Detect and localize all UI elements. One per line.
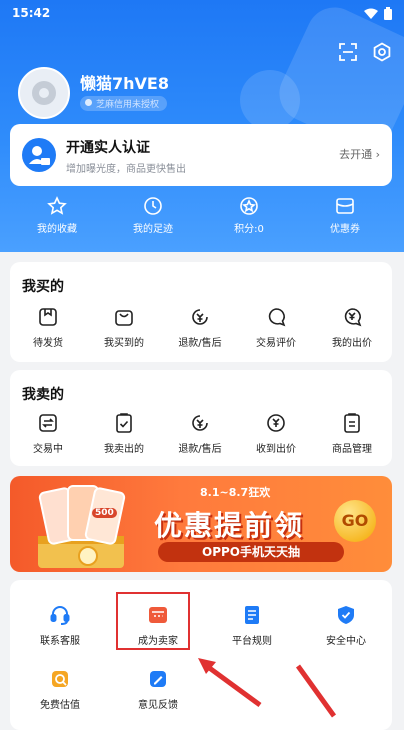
star-icon bbox=[47, 196, 67, 215]
quick-item-coupons[interactable]: 优惠券 bbox=[305, 196, 385, 235]
quick-label: 优惠券 bbox=[330, 224, 360, 235]
quick-label: 我的收藏 bbox=[37, 224, 77, 235]
buy-item-label: 我的出价 bbox=[332, 338, 372, 349]
buy-item-refund[interactable]: 退款/售后 bbox=[162, 306, 238, 349]
quick-label: 我的足迹 bbox=[133, 224, 173, 235]
sell-section: 我卖的 交易中 我卖出的 退款/售后 收到出价 商品管理 bbox=[10, 370, 392, 466]
username[interactable]: 懒猫7hVE8 bbox=[80, 70, 169, 94]
user-verify-icon bbox=[22, 138, 56, 172]
sell-item-manage[interactable]: 商品管理 bbox=[314, 412, 390, 455]
annotation-arrow bbox=[198, 658, 262, 708]
chevron-right-icon: › bbox=[375, 148, 380, 161]
avatar[interactable] bbox=[18, 67, 70, 119]
scan-icon[interactable] bbox=[338, 42, 358, 62]
buy-section: 我买的 待发货 我买到的 退款/售后 交易评价 我的出价 bbox=[10, 262, 392, 362]
service-item-feedback[interactable]: 意见反馈 bbox=[118, 668, 198, 711]
status-time: 15:42 bbox=[12, 6, 51, 20]
quick-item-footprints[interactable]: 我的足迹 bbox=[113, 196, 193, 235]
profile-header: 15:42 懒猫7hVE8 芝麻信用未授权 开通实人认证 增加曝光度，商品更快售… bbox=[0, 0, 404, 252]
sell-item-received-bids[interactable]: 收到出价 bbox=[238, 412, 314, 455]
annotation-arrow bbox=[295, 664, 337, 718]
sold-icon bbox=[116, 413, 132, 433]
bag-icon bbox=[115, 310, 133, 326]
coin-icon bbox=[240, 197, 258, 215]
verify-subtitle: 增加曝光度，商品更快售出 bbox=[66, 164, 186, 175]
credit-badge[interactable]: 芝麻信用未授权 bbox=[80, 96, 168, 111]
verify-open-label: 去开通 bbox=[339, 148, 373, 161]
clock-icon bbox=[144, 197, 162, 215]
service-item-label: 安全中心 bbox=[326, 636, 366, 647]
banner-date: 8.1~8.7狂欢 bbox=[200, 486, 271, 499]
buy-item-my-bid[interactable]: 我的出价 bbox=[314, 306, 390, 349]
sell-item-trading[interactable]: 交易中 bbox=[10, 412, 86, 455]
headset-icon bbox=[50, 606, 70, 625]
document-icon bbox=[245, 606, 259, 624]
trade-icon bbox=[39, 414, 57, 432]
comment-icon bbox=[268, 308, 286, 327]
banner-title: 优惠提前领 bbox=[154, 509, 305, 542]
sell-item-sold[interactable]: 我卖出的 bbox=[86, 412, 162, 455]
sell-item-label: 退款/售后 bbox=[178, 444, 222, 455]
buy-item-pending-ship[interactable]: 待发货 bbox=[10, 306, 86, 349]
battery-icon bbox=[384, 7, 392, 20]
buy-section-title: 我买的 bbox=[22, 279, 64, 295]
quick-bar: 我的收藏 我的足迹 积分:0 优惠券 bbox=[0, 196, 404, 244]
settings-icon[interactable] bbox=[372, 42, 392, 62]
phone-badge: 500 bbox=[92, 508, 117, 518]
bid-icon bbox=[344, 308, 362, 327]
verify-open-button[interactable]: 去开通 › bbox=[339, 146, 380, 162]
manage-icon bbox=[344, 413, 360, 433]
sell-item-refund[interactable]: 退款/售后 bbox=[162, 412, 238, 455]
banner-subtitle: OPPO手机天天抽 bbox=[158, 542, 344, 562]
buy-item-label: 交易评价 bbox=[256, 338, 296, 349]
quick-item-points[interactable]: 积分:0 bbox=[209, 196, 289, 235]
promo-banner[interactable]: 500 8.1~8.7狂欢 优惠提前领 OPPO手机天天抽 GO bbox=[10, 476, 392, 572]
sell-section-title: 我卖的 bbox=[22, 387, 64, 403]
refund-icon bbox=[192, 309, 208, 325]
sell-item-label: 商品管理 bbox=[332, 444, 372, 455]
refund-icon bbox=[192, 415, 208, 431]
service-item-label: 意见反馈 bbox=[138, 700, 178, 711]
phone-gift-illustration: 500 bbox=[28, 484, 138, 570]
buy-item-label: 待发货 bbox=[33, 338, 63, 349]
service-item-label: 平台规则 bbox=[232, 636, 272, 647]
sell-item-label: 交易中 bbox=[33, 444, 63, 455]
service-item-label: 免费估值 bbox=[40, 700, 80, 711]
status-bar: 15:42 bbox=[12, 6, 392, 22]
sell-item-label: 收到出价 bbox=[256, 444, 296, 455]
buy-item-label: 我买到的 bbox=[104, 338, 144, 349]
service-item-contact[interactable]: 联系客服 bbox=[20, 604, 100, 647]
shield-icon bbox=[338, 606, 354, 624]
valuation-icon bbox=[52, 671, 68, 687]
buy-item-label: 退款/售后 bbox=[178, 338, 222, 349]
box-icon bbox=[39, 308, 57, 326]
received-bid-icon bbox=[267, 414, 285, 432]
coupon-icon bbox=[336, 198, 354, 214]
carousel-dots bbox=[356, 564, 382, 568]
quick-item-favorites[interactable]: 我的收藏 bbox=[17, 196, 97, 235]
banner-go-button[interactable]: GO bbox=[334, 500, 376, 542]
decor-shape bbox=[240, 70, 300, 130]
feedback-icon bbox=[150, 671, 166, 687]
wifi-icon bbox=[364, 8, 378, 19]
highlight-box bbox=[116, 592, 190, 650]
service-item-security[interactable]: 安全中心 bbox=[306, 604, 386, 647]
service-item-valuation[interactable]: 免费估值 bbox=[20, 668, 100, 711]
buy-item-bought[interactable]: 我买到的 bbox=[86, 306, 162, 349]
buy-item-review[interactable]: 交易评价 bbox=[238, 306, 314, 349]
sell-item-label: 我卖出的 bbox=[104, 444, 144, 455]
verify-card[interactable]: 开通实人认证 增加曝光度，商品更快售出 去开通 › bbox=[10, 124, 392, 186]
service-item-rules[interactable]: 平台规则 bbox=[212, 604, 292, 647]
service-item-label: 联系客服 bbox=[40, 636, 80, 647]
verify-title: 开通实人认证 bbox=[66, 140, 150, 156]
quick-label: 积分:0 bbox=[234, 224, 264, 235]
